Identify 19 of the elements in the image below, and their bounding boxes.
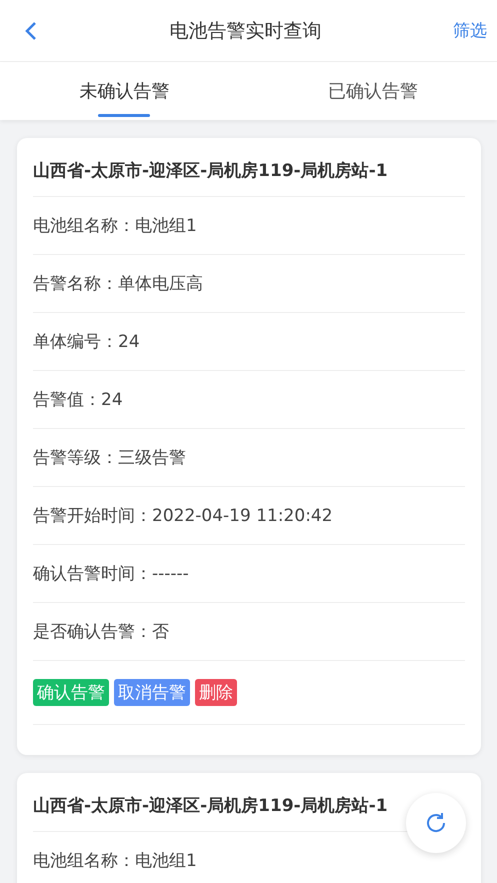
filter-button[interactable]: 筛选: [453, 19, 487, 42]
alarm-field: 告警等级：三级告警: [33, 446, 186, 469]
alarm-field: 告警值：24: [33, 388, 123, 411]
refresh-icon: [424, 811, 448, 835]
alarm-field: 确认告警时间：------: [33, 562, 189, 585]
alarm-field: 单体编号：24: [33, 330, 140, 353]
confirm-button[interactable]: 确认告警: [33, 679, 109, 706]
station-title: 山西省-太原市-迎泽区-局机房119-局机房站-1: [33, 144, 465, 197]
tab[interactable]: 未确认告警: [0, 62, 248, 120]
alarm-field: 告警开始时间：2022-04-19 11:20:42: [33, 504, 333, 527]
delete-button[interactable]: 删除: [195, 679, 237, 706]
alarm-field: 告警名称：单体电压高: [33, 272, 203, 295]
alarm-field: 是否确认告警：否: [33, 620, 169, 643]
page-title: 电池告警实时查询: [170, 18, 322, 44]
back-icon[interactable]: [24, 20, 38, 40]
cancel-button[interactable]: 取消告警: [114, 679, 190, 706]
alarm-field: 电池组名称：电池组1: [33, 214, 197, 237]
tab[interactable]: 已确认告警: [248, 62, 497, 120]
alarm-field: 电池组名称：电池组1: [33, 849, 197, 872]
